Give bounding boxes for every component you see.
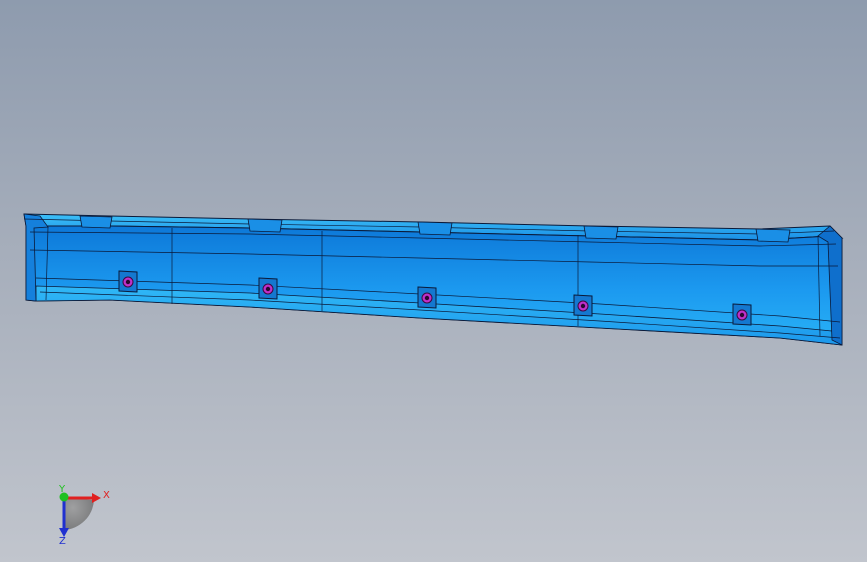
x-axis-arrowhead bbox=[92, 493, 101, 503]
boss-hole bbox=[125, 279, 131, 285]
model-scene[interactable]: X Y Z bbox=[0, 0, 867, 562]
mounting-boss[interactable] bbox=[118, 270, 138, 293]
3d-viewport[interactable]: X Y Z bbox=[0, 0, 867, 562]
mounting-boss[interactable] bbox=[417, 286, 437, 309]
boss-hole bbox=[265, 286, 271, 292]
boss-hole bbox=[424, 295, 430, 301]
z-axis-label: Z bbox=[59, 536, 66, 547]
x-axis-label: X bbox=[103, 490, 110, 501]
axis-triad: X Y Z bbox=[58, 484, 110, 547]
mounting-boss[interactable] bbox=[258, 277, 278, 300]
mounting-boss[interactable] bbox=[573, 294, 593, 317]
boss-hole bbox=[580, 303, 586, 309]
mounting-boss[interactable] bbox=[732, 303, 752, 326]
triad-shade bbox=[64, 498, 94, 530]
y-axis-label: Y bbox=[58, 484, 66, 495]
boss-hole bbox=[739, 312, 745, 318]
